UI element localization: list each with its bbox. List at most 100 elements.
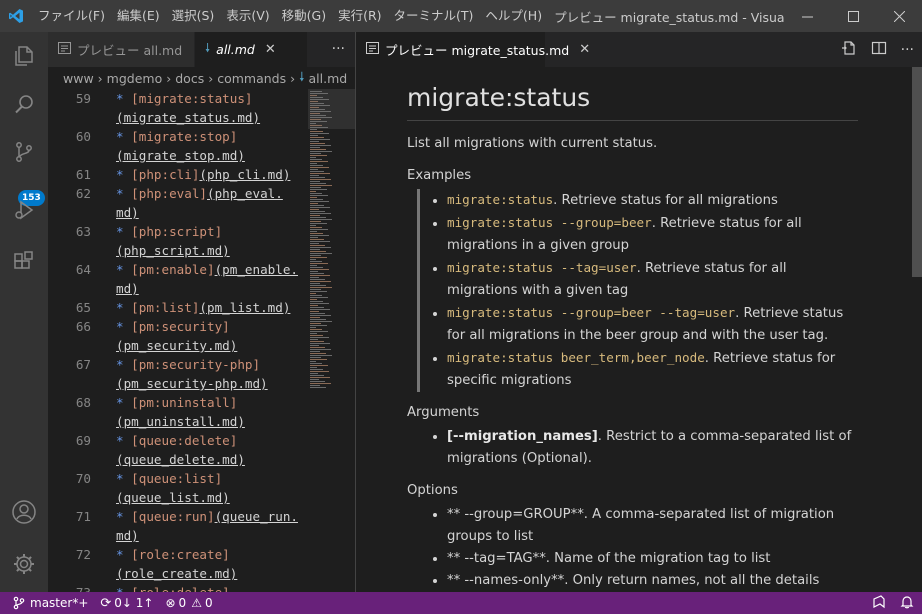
tab-preview-all[interactable]: プレビュー all.md [48, 32, 195, 67]
code-line[interactable]: 68 * [pm:uninstall] [48, 393, 308, 412]
code-line[interactable]: 66 * [pm:security] [48, 317, 308, 336]
list-bullet: * [116, 129, 132, 144]
problems-status[interactable]: ⊗ 0 ⚠ 0 [159, 596, 218, 610]
link-url[interactable]: (pm_list.md) [199, 300, 290, 315]
breadcrumb-item[interactable]: all.md [308, 71, 347, 86]
explorer-icon[interactable] [0, 32, 48, 80]
minimap-line [310, 179, 331, 180]
markdown-preview[interactable]: migrate:status List all migrations with … [356, 67, 912, 592]
settings-gear-icon[interactable] [0, 540, 48, 588]
link-text: [php:script] [131, 224, 223, 239]
link-url[interactable]: (role_create.md) [116, 566, 237, 581]
link-url[interactable]: (migrate_stop.md) [116, 148, 245, 163]
code-line[interactable]: (migrate_stop.md) [48, 146, 308, 165]
accounts-icon[interactable] [0, 488, 48, 536]
menu-run[interactable]: 実行(R) [332, 0, 387, 32]
breadcrumb-item[interactable]: mgdemo [107, 71, 163, 86]
run-debug-icon[interactable] [0, 186, 48, 234]
minimap[interactable] [308, 89, 355, 592]
code-line[interactable]: (queue_delete.md) [48, 450, 308, 469]
vscode-logo-icon[interactable] [0, 0, 32, 32]
examples-list: migrate:status. Retrieve status for all … [417, 189, 858, 392]
minimize-icon[interactable] [784, 0, 830, 32]
code-line[interactable]: 73 * [role:delete] [48, 583, 308, 592]
code-line[interactable]: (pm_security-php.md) [48, 374, 308, 393]
feedback-icon[interactable] [872, 594, 886, 612]
menu-selection[interactable]: 選択(S) [166, 0, 221, 32]
link-url[interactable]: (pm_security.md) [116, 338, 237, 353]
link-url[interactable]: (queue_delete.md) [116, 452, 245, 467]
link-url[interactable]: (queue_run. [215, 509, 298, 524]
code-line[interactable]: 59 * [migrate:status] [48, 89, 308, 108]
code-line[interactable]: (role_create.md) [48, 564, 308, 583]
menu-file[interactable]: ファイル(F) [32, 0, 111, 32]
option-item: ** --tag=TAG**. Name of the migration ta… [447, 548, 858, 570]
link-url[interactable]: (pm_uninstall.md) [116, 414, 245, 429]
code-line[interactable]: 71 * [queue:run](queue_run. [48, 507, 308, 526]
link-url[interactable]: (migrate_status.md) [116, 110, 260, 125]
code-line[interactable]: md) [48, 203, 308, 222]
split-editor-icon[interactable] [871, 40, 887, 60]
menu-go[interactable]: 移動(G) [276, 0, 332, 32]
source-control-icon[interactable] [0, 128, 48, 176]
breadcrumb-item[interactable]: commands [217, 71, 286, 86]
minimap-line [310, 129, 317, 130]
code-line[interactable]: 67 * [pm:security-php] [48, 355, 308, 374]
code-line[interactable]: 64 * [pm:enable](pm_enable. [48, 260, 308, 279]
right-tab-bar: プレビュー migrate_status.md ✕ ··· [356, 32, 922, 67]
more-actions-icon[interactable]: ··· [332, 32, 345, 67]
extensions-icon[interactable] [0, 238, 48, 286]
link-url[interactable]: (php_eval. [207, 186, 283, 201]
notifications-bell-icon[interactable] [900, 595, 914, 612]
code-line[interactable]: md) [48, 279, 308, 298]
minimap-slider[interactable] [308, 89, 355, 129]
line-text: md) [116, 279, 139, 298]
search-icon[interactable] [0, 80, 48, 128]
maximize-icon[interactable] [830, 0, 876, 32]
link-url[interactable]: md) [116, 528, 139, 543]
more-actions-icon[interactable]: ··· [901, 42, 914, 58]
code-editor[interactable]: 59 * [migrate:status] (migrate_status.md) 6… [48, 89, 308, 592]
open-source-icon[interactable] [841, 40, 857, 60]
link-url[interactable]: (pm_enable. [215, 262, 298, 277]
code-line[interactable]: (migrate_status.md) [48, 108, 308, 127]
link-url[interactable]: md) [116, 205, 139, 220]
close-icon[interactable]: ✕ [579, 42, 590, 57]
breadcrumb-item[interactable]: docs [175, 71, 204, 86]
breadcrumb-item[interactable]: www [63, 71, 94, 86]
link-url[interactable]: (php_script.md) [116, 243, 230, 258]
close-icon[interactable] [876, 0, 922, 32]
minimap-line [310, 165, 323, 166]
code-line[interactable]: (php_script.md) [48, 241, 308, 260]
code-line[interactable]: 62 * [php:eval](php_eval. [48, 184, 308, 203]
code-line[interactable]: md) [48, 526, 308, 545]
menu-terminal[interactable]: ターミナル(T) [388, 0, 480, 32]
code-line[interactable]: 69 * [queue:delete] [48, 431, 308, 450]
menu-view[interactable]: 表示(V) [220, 0, 275, 32]
code-line[interactable]: 72 * [role:create] [48, 545, 308, 564]
tab-preview-migrate-status[interactable]: プレビュー migrate_status.md ✕ [356, 32, 590, 67]
close-icon[interactable]: ✕ [265, 42, 276, 57]
minimap-line [310, 333, 317, 334]
tab-all-md[interactable]: 🠗 all.md ✕ [195, 32, 308, 67]
code-line[interactable]: (queue_list.md) [48, 488, 308, 507]
branch-status[interactable]: master*+ [0, 596, 94, 610]
code-line[interactable]: 60 * [migrate:stop] [48, 127, 308, 146]
sync-status[interactable]: ⟳ 0↓ 1↑ [94, 596, 159, 611]
link-url[interactable]: md) [116, 281, 139, 296]
code-line[interactable]: 70 * [queue:list] [48, 469, 308, 488]
code-line[interactable]: 61 * [php:cli](php_cli.md) [48, 165, 308, 184]
scrollbar-thumb[interactable] [912, 67, 922, 277]
code-line[interactable]: (pm_security.md) [48, 336, 308, 355]
minimap-line [310, 265, 317, 266]
link-url[interactable]: (pm_security-php.md) [116, 376, 268, 391]
minimap-line [310, 339, 318, 340]
example-item: migrate:status beer_term,beer_node. Retr… [447, 347, 858, 392]
code-line[interactable]: 63 * [php:script] [48, 222, 308, 241]
code-line[interactable]: (pm_uninstall.md) [48, 412, 308, 431]
menu-help[interactable]: ヘルプ(H) [479, 0, 548, 32]
menu-edit[interactable]: 編集(E) [111, 0, 166, 32]
link-url[interactable]: (php_cli.md) [199, 167, 290, 182]
code-line[interactable]: 65 * [pm:list](pm_list.md) [48, 298, 308, 317]
link-url[interactable]: (queue_list.md) [116, 490, 230, 505]
